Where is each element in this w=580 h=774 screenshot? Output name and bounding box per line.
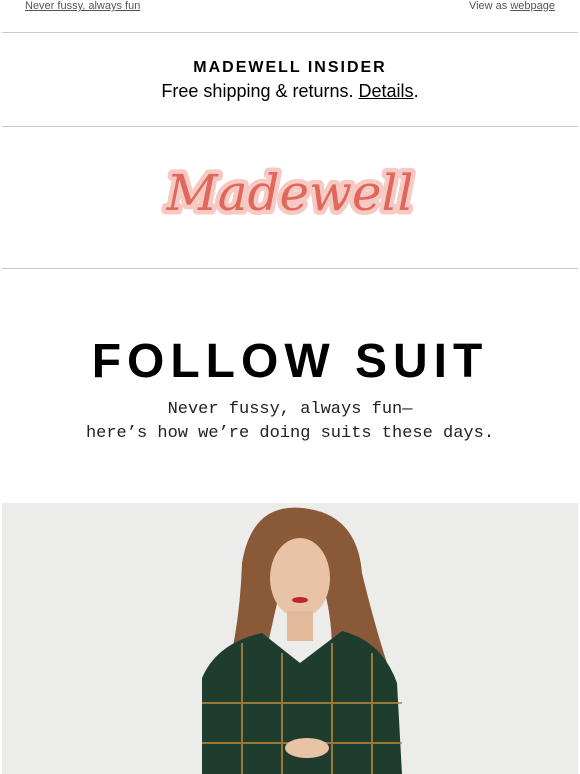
details-link[interactable]: Details <box>359 81 414 101</box>
logo-text: Madewell <box>166 164 414 222</box>
face-shape <box>270 538 330 618</box>
insider-banner[interactable]: MADEWELL INSIDER Free shipping & returns… <box>0 58 580 104</box>
preheader-tagline-link[interactable]: Never fussy, always fun <box>25 0 140 12</box>
period: . <box>413 81 419 101</box>
neck-shape <box>287 611 313 641</box>
headline: FOLLOW SUIT <box>91 335 489 388</box>
divider <box>2 32 578 33</box>
hand-shape <box>285 738 329 758</box>
email-page: Never fussy, always fun View as webpage … <box>0 0 580 774</box>
divider <box>2 126 578 127</box>
hero-image[interactable] <box>2 503 578 774</box>
divider <box>2 268 578 269</box>
shipping-text: Free shipping & returns. <box>161 81 354 101</box>
webpage-link[interactable]: webpage <box>510 0 555 12</box>
model-photo <box>202 507 402 774</box>
insider-subtitle: Free shipping & returns. Details. <box>0 78 580 104</box>
intro-line-1: Never fussy, always fun— <box>167 400 413 419</box>
insider-title: MADEWELL INSIDER <box>193 59 387 76</box>
intro-line-2: here’s how we’re doing suits these days. <box>85 424 495 443</box>
view-as-webpage: View as webpage <box>469 0 555 12</box>
madewell-logo[interactable]: Madewell Madewell <box>160 150 420 240</box>
intro-copy: Never fussy, always fun— here’s how we’r… <box>0 398 580 446</box>
preheader: Never fussy, always fun View as webpage <box>0 0 580 14</box>
view-as-label: View as <box>468 0 508 12</box>
lips-shape <box>292 597 308 603</box>
